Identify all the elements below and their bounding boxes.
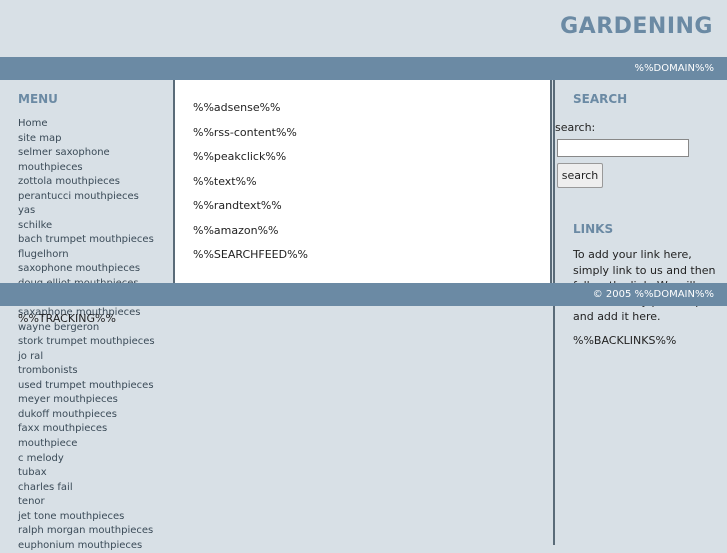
menu-item[interactable]: bach trumpet mouthpieces (18, 233, 155, 248)
menu-item[interactable]: selmer saxophone (18, 146, 155, 161)
menu-item[interactable]: charles fail (18, 481, 155, 496)
content-line: %%amazon%% (193, 223, 279, 237)
header-domain: %%DOMAIN%% (634, 63, 714, 74)
site-title: GARDENING (560, 14, 713, 39)
tracking-text: %%TRACKING%% (18, 312, 116, 325)
menu-item[interactable]: jo ral (18, 350, 155, 365)
copyright-text: © 2005 %%DOMAIN%% (592, 289, 714, 300)
backlinks: %%BACKLINKS%% (573, 334, 677, 347)
menu-item[interactable]: yas (18, 204, 155, 219)
content-line: %%SEARCHFEED%% (193, 248, 309, 261)
menu-item[interactable]: site map (18, 132, 155, 147)
menu-item[interactable]: stork trumpet mouthpieces (18, 335, 155, 350)
menu-item[interactable]: jet tone mouthpieces (18, 510, 155, 525)
menu-item[interactable]: faxx mouthpieces (18, 422, 155, 437)
menu-list: Home site map selmer saxophone mouthpiec… (18, 117, 155, 553)
menu-item[interactable]: Home (18, 117, 155, 132)
menu-item[interactable]: dukoff mouthpieces (18, 408, 155, 423)
footer-bar: © 2005 %%DOMAIN%% (0, 283, 727, 306)
search-label: search: (555, 121, 596, 134)
content-line: %%adsense%% (193, 101, 281, 114)
search-heading: SEARCH (573, 92, 628, 106)
menu-item[interactable]: zottola mouthpieces (18, 175, 155, 190)
menu-item[interactable]: trombonists (18, 364, 155, 379)
menu-item[interactable]: saxophone mouthpieces (18, 262, 155, 277)
menu-item[interactable]: ralph morgan mouthpieces (18, 524, 155, 539)
main-content: %%adsense%% %%rss-content%% %%peakclick%… (173, 80, 552, 283)
search-button[interactable]: search (557, 163, 603, 188)
menu-item[interactable]: mouthpiece (18, 437, 155, 452)
content-line: %%rss-content%% (193, 125, 297, 139)
links-heading: LINKS (573, 222, 614, 236)
menu-item[interactable]: tenor (18, 495, 155, 510)
menu-item[interactable]: used trumpet mouthpieces (18, 379, 155, 394)
search-input[interactable] (557, 139, 689, 157)
content-line: %%randtext%% (193, 199, 282, 212)
menu-item[interactable]: c melody (18, 452, 155, 467)
menu-item[interactable]: perantucci mouthpieces (18, 190, 155, 205)
top-bar: %%DOMAIN%% (0, 57, 727, 80)
right-sidebar: SEARCH search: search LINKS To add your … (553, 80, 727, 545)
content-line: %%peakclick%% (193, 150, 287, 163)
content-line: %%text%% (193, 174, 257, 188)
menu-item[interactable]: flugelhorn (18, 248, 155, 263)
menu-item[interactable]: mouthpieces (18, 161, 155, 176)
menu-item[interactable]: schilke (18, 219, 155, 234)
menu-item[interactable]: meyer mouthpieces (18, 393, 155, 408)
menu-item[interactable]: tubax (18, 466, 155, 481)
menu-item[interactable]: euphonium mouthpieces (18, 539, 155, 553)
menu-heading: MENU (18, 92, 58, 106)
